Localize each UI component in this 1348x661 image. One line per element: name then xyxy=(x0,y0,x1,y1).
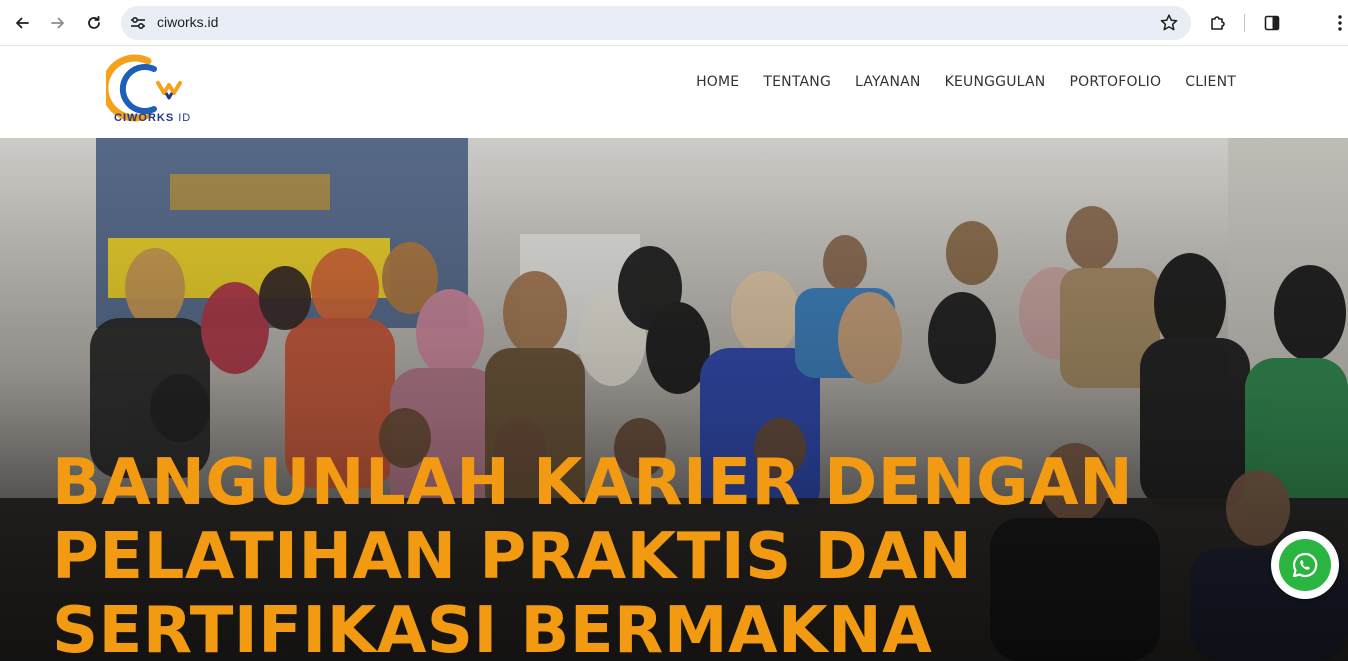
nav-portofolio[interactable]: PORTOFOLIO xyxy=(1069,74,1161,90)
side-panel-button[interactable] xyxy=(1260,11,1284,35)
main-navigation: HOME TENTANG LAYANAN KEUNGGULAN PORTOFOL… xyxy=(696,74,1236,90)
logo-suffix: ID xyxy=(174,112,192,124)
logo-text: CIWORKS xyxy=(114,112,175,124)
nav-home[interactable]: HOME xyxy=(696,74,739,90)
arrow-left-icon xyxy=(16,17,29,29)
whatsapp-button-inner xyxy=(1279,539,1331,591)
hero-headline-line-1: BANGUNLAH KARIER DENGAN xyxy=(52,446,1134,520)
nav-tentang[interactable]: TENTANG xyxy=(763,74,831,90)
url-text[interactable]: ciworks.id xyxy=(157,14,218,30)
logo-wordmark: CIWORKS ID xyxy=(114,112,191,124)
nav-layanan[interactable]: LAYANAN xyxy=(855,74,921,90)
reload-icon xyxy=(88,15,100,29)
address-bar[interactable]: ciworks.id xyxy=(121,6,1191,40)
arrow-right-icon xyxy=(51,17,64,29)
toolbar-divider xyxy=(1244,14,1245,32)
extensions-button[interactable] xyxy=(1206,11,1230,35)
nav-client[interactable]: CLIENT xyxy=(1185,74,1236,90)
browser-toolbar: ciworks.id xyxy=(0,0,1348,46)
tune-icon[interactable] xyxy=(129,14,147,32)
hero-headline: BANGUNLAH KARIER DENGAN PELATIHAN PRAKTI… xyxy=(52,446,1152,661)
hero-section: BANGUNLAH KARIER DENGAN PELATIHAN PRAKTI… xyxy=(0,138,1348,661)
kebab-menu-icon xyxy=(1338,15,1342,31)
nav-keunggulan[interactable]: KEUNGGULAN xyxy=(945,74,1046,90)
side-panel-icon xyxy=(1264,15,1280,31)
back-button[interactable] xyxy=(10,11,34,35)
whatsapp-float-button[interactable] xyxy=(1271,531,1339,599)
site-header: CIWORKS ID HOME TENTANG LAYANAN KEUNGGUL… xyxy=(0,47,1348,138)
hero-headline-line-3: SERTIFIKASI BERMAKNA xyxy=(52,594,933,661)
reload-button[interactable] xyxy=(82,11,106,35)
whatsapp-icon xyxy=(1292,552,1318,578)
forward-button[interactable] xyxy=(46,11,70,35)
puzzle-icon xyxy=(1211,16,1225,30)
browser-menu-button[interactable] xyxy=(1332,11,1348,35)
hero-headline-line-2: PELATIHAN PRAKTIS DAN xyxy=(52,520,973,594)
star-icon[interactable] xyxy=(1159,13,1179,33)
